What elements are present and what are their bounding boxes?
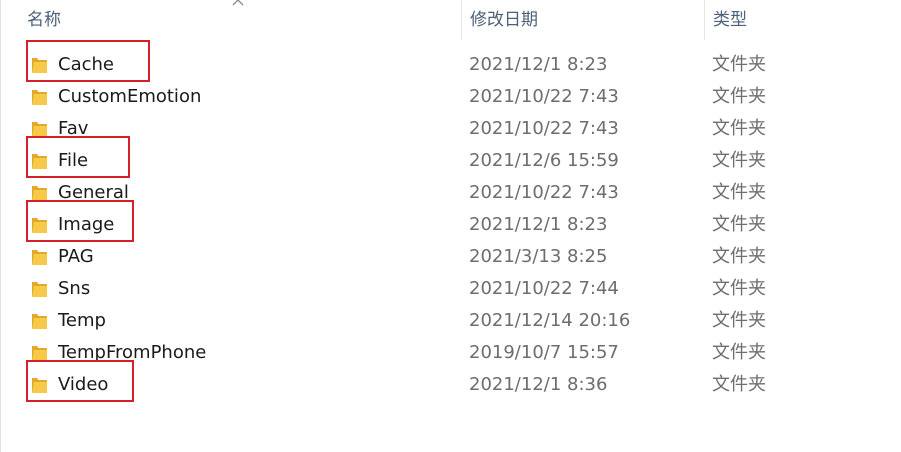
folder-icon (32, 186, 47, 201)
file-date: 2021/10/22 7:43 (469, 86, 619, 107)
file-type: 文件夹 (712, 118, 766, 139)
file-type: 文件夹 (712, 150, 766, 171)
file-date: 2021/3/13 8:25 (469, 246, 608, 267)
file-row[interactable]: Sns 2021/10/22 7:44 文件夹 (1, 273, 901, 305)
file-name[interactable]: TempFromPhone (58, 337, 206, 369)
file-type: 文件夹 (712, 246, 766, 267)
file-name[interactable]: PAG (58, 241, 94, 273)
file-date: 2021/10/22 7:43 (469, 118, 619, 139)
file-row[interactable]: Cache 2021/12/1 8:23 文件夹 (1, 40, 901, 82)
file-row[interactable]: TempFromPhone 2019/10/7 15:57 文件夹 (1, 337, 901, 369)
file-type: 文件夹 (712, 374, 766, 395)
file-date: 2021/12/1 8:23 (469, 214, 608, 235)
column-header-row: 名称 修改日期 类型 (1, 0, 901, 40)
file-type: 文件夹 (712, 310, 766, 331)
file-row[interactable]: Fav 2021/10/22 7:43 文件夹 (1, 113, 901, 145)
file-name[interactable]: CustomEmotion (58, 81, 201, 113)
folder-icon (32, 282, 47, 297)
folder-icon (32, 218, 47, 233)
file-name[interactable]: Video (58, 369, 108, 401)
file-type: 文件夹 (712, 214, 766, 235)
column-header-date[interactable]: 修改日期 (461, 0, 704, 40)
file-type: 文件夹 (712, 342, 766, 363)
file-name[interactable]: Cache (58, 49, 114, 81)
file-date: 2021/12/6 15:59 (469, 150, 619, 171)
folder-icon (32, 122, 47, 137)
file-name[interactable]: Image (58, 209, 114, 241)
column-header-type[interactable]: 类型 (704, 0, 901, 40)
folder-icon (32, 378, 47, 393)
file-type: 文件夹 (712, 86, 766, 107)
file-name[interactable]: File (58, 145, 88, 177)
folder-icon (32, 346, 47, 361)
folder-icon (32, 154, 47, 169)
file-row[interactable]: PAG 2021/3/13 8:25 文件夹 (1, 241, 901, 273)
file-name[interactable]: Temp (58, 305, 106, 337)
file-date: 2021/12/14 20:16 (469, 310, 631, 331)
file-row[interactable]: CustomEmotion 2021/10/22 7:43 文件夹 (1, 81, 901, 113)
file-row[interactable]: General 2021/10/22 7:43 文件夹 (1, 177, 901, 209)
folder-icon (32, 90, 47, 105)
file-date: 2019/10/7 15:57 (469, 342, 619, 363)
file-date: 2021/10/22 7:44 (469, 278, 619, 299)
file-explorer: 名称 修改日期 类型 Cache 2021/12/1 8:23 文件夹 CustomE… (0, 0, 901, 452)
file-date: 2021/12/1 8:23 (469, 54, 608, 75)
file-list: Cache 2021/12/1 8:23 文件夹 CustomEmotion 2021/… (1, 40, 901, 402)
file-row[interactable]: Temp 2021/12/14 20:16 文件夹 (1, 305, 901, 337)
file-name[interactable]: General (58, 177, 129, 209)
file-name[interactable]: Fav (58, 113, 88, 145)
file-name[interactable]: Sns (58, 273, 90, 305)
folder-icon (32, 314, 47, 329)
file-row[interactable]: Video 2021/12/1 8:36 文件夹 (1, 360, 901, 402)
file-row[interactable]: Image 2021/12/1 8:23 文件夹 (1, 200, 901, 242)
file-type: 文件夹 (712, 182, 766, 203)
column-header-name[interactable]: 名称 (19, 0, 459, 40)
file-row[interactable]: File 2021/12/6 15:59 文件夹 (1, 136, 901, 178)
folder-icon (32, 250, 47, 265)
file-type: 文件夹 (712, 278, 766, 299)
file-date: 2021/12/1 8:36 (469, 374, 608, 395)
file-type: 文件夹 (712, 54, 766, 75)
file-date: 2021/10/22 7:43 (469, 182, 619, 203)
folder-icon (32, 58, 47, 73)
